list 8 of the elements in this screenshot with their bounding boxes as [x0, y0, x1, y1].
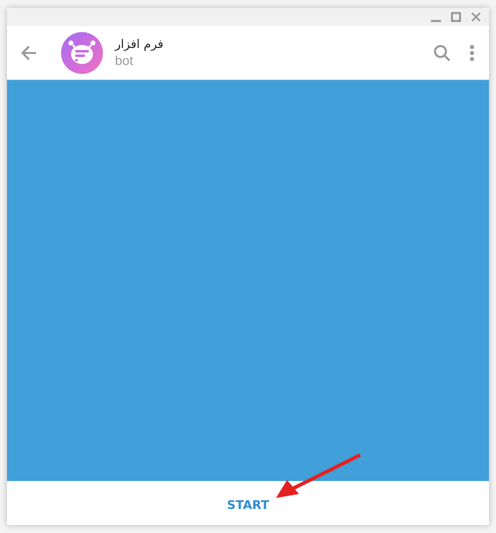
close-icon[interactable]: [471, 12, 481, 22]
maximize-icon[interactable]: [451, 12, 461, 22]
chat-title: فرم افزار: [115, 37, 164, 51]
start-button[interactable]: START: [220, 494, 276, 516]
more-menu-icon[interactable]: [469, 44, 475, 62]
bot-avatar-icon[interactable]: [61, 32, 103, 74]
search-icon[interactable]: [433, 44, 451, 62]
chat-subtitle: bot: [115, 53, 134, 68]
